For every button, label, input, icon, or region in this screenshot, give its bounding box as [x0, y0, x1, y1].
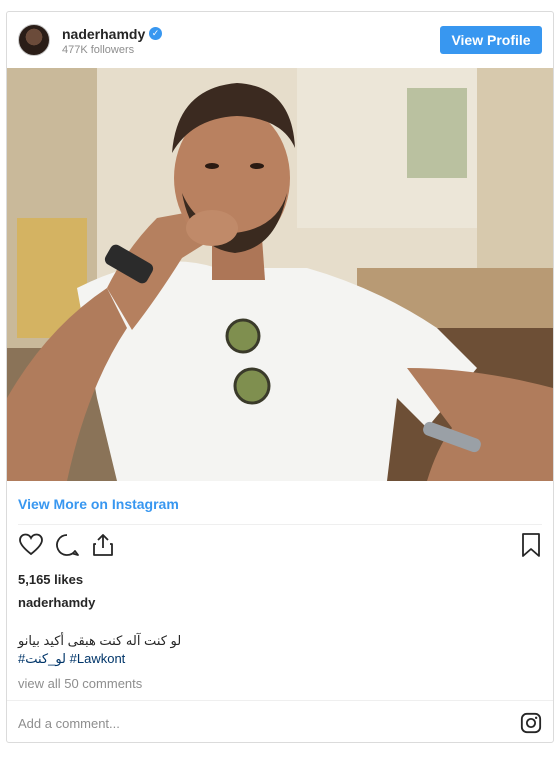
- post-caption: لو كنت آله كنت هبقى أكيد بيانو: [18, 633, 182, 648]
- follower-count: 477K followers: [62, 44, 135, 56]
- view-profile-button[interactable]: View Profile: [440, 26, 542, 54]
- divider: [18, 524, 542, 525]
- post-owner-username[interactable]: naderhamdy: [18, 595, 95, 610]
- post-photo-illustration: [7, 68, 553, 481]
- verified-badge-icon: ✓: [149, 27, 162, 40]
- comment-icon[interactable]: [54, 532, 80, 558]
- add-comment-input[interactable]: Add a comment...: [18, 716, 120, 731]
- share-icon[interactable]: [90, 532, 116, 558]
- view-more-on-instagram-link[interactable]: View More on Instagram: [18, 496, 179, 512]
- post-hashtags[interactable]: #لو_كنت #Lawkont: [18, 651, 125, 667]
- post-photo[interactable]: [7, 68, 553, 481]
- avatar[interactable]: [18, 24, 50, 56]
- divider: [7, 700, 553, 701]
- action-bar: [7, 532, 553, 562]
- view-all-comments-link[interactable]: view all 50 comments: [18, 676, 142, 691]
- instagram-icon[interactable]: [520, 712, 542, 734]
- heart-icon[interactable]: [18, 532, 44, 558]
- instagram-embed-card: naderhamdy ✓ 477K followers View Profile: [6, 11, 554, 743]
- post-header: naderhamdy ✓ 477K followers View Profile: [7, 12, 553, 68]
- username[interactable]: naderhamdy: [62, 26, 145, 42]
- bookmark-icon[interactable]: [518, 532, 544, 558]
- like-count[interactable]: 5,165 likes: [18, 572, 83, 587]
